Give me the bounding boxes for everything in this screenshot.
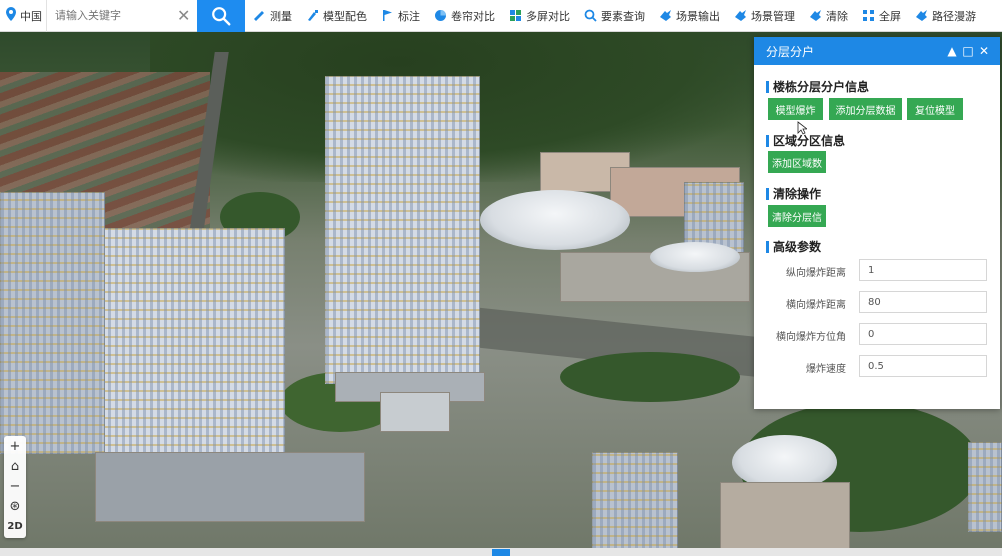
dome xyxy=(650,242,740,272)
param-label: 横向爆炸方位角 xyxy=(776,332,846,343)
section-floor: 楼栋分层分户信息 xyxy=(766,78,869,95)
tool-label: 测量 xyxy=(270,9,292,23)
model-explode-button[interactable]: 模型爆炸 xyxy=(768,98,823,120)
close-icon[interactable]: ✕ xyxy=(976,44,992,58)
tool-button-search[interactable]: 要素查询 xyxy=(584,8,645,24)
param-label: 横向爆炸距离 xyxy=(786,300,846,311)
tool-button-manage[interactable]: 场景管理 xyxy=(734,8,795,24)
building xyxy=(720,482,850,556)
reset-model-button[interactable]: 复位模型 xyxy=(907,98,963,120)
export-icon xyxy=(659,9,672,22)
tool-button-route[interactable]: 路径漫游 xyxy=(915,8,976,24)
tool-button-flag[interactable]: 标注 xyxy=(381,8,420,24)
param-input[interactable] xyxy=(859,259,987,281)
zoom-in-icon[interactable]: + xyxy=(4,436,26,456)
clear-floor-info-button[interactable]: 清除分层信 xyxy=(768,205,826,227)
search-input[interactable] xyxy=(55,9,173,22)
add-floor-data-button[interactable]: 添加分层数据 xyxy=(829,98,902,120)
section-title: 区域分区信息 xyxy=(773,134,846,148)
tool-label: 全屏 xyxy=(879,9,901,23)
search-box: ✕ xyxy=(47,0,197,32)
route-icon xyxy=(915,9,928,22)
tool-label: 场景输出 xyxy=(676,9,720,23)
panel-header: 分层分户 ▲ □ ✕ xyxy=(754,37,1000,65)
location-selector[interactable]: 中国 xyxy=(0,0,47,32)
podium xyxy=(95,452,365,522)
ruler-icon xyxy=(253,9,266,22)
tower-building xyxy=(325,76,480,384)
bottom-handle[interactable] xyxy=(492,549,510,556)
building xyxy=(592,452,678,556)
section-zone: 区域分区信息 xyxy=(766,132,845,149)
fullscreen-icon xyxy=(862,9,875,22)
tool-label: 卷帘对比 xyxy=(451,9,495,23)
tool-button-grid[interactable]: 多屏对比 xyxy=(509,8,570,24)
section-clear: 清除操作 xyxy=(766,185,821,202)
tool-button-eraser[interactable]: 清除 xyxy=(809,8,848,24)
panel-title: 分层分户 xyxy=(766,44,815,59)
tool-button-export[interactable]: 场景输出 xyxy=(659,8,720,24)
section-title: 清除操作 xyxy=(773,187,822,201)
section-advanced: 高级参数 xyxy=(766,238,821,255)
zoom-out-icon[interactable]: − xyxy=(4,476,26,496)
tool-button-paint[interactable]: 模型配色 xyxy=(306,8,367,24)
tool-label: 标注 xyxy=(398,9,420,23)
manage-icon xyxy=(734,9,747,22)
param-label: 纵向爆炸距离 xyxy=(786,268,846,279)
section-title: 高级参数 xyxy=(773,240,822,254)
navigation-controls: + ⌂ − ⊛ 2D xyxy=(4,436,26,538)
tool-button-ruler[interactable]: 测量 xyxy=(253,8,292,24)
location-text: 中国 xyxy=(20,9,42,23)
tool-button-fullscreen[interactable]: 全屏 xyxy=(862,8,901,24)
section-title: 楼栋分层分户信息 xyxy=(773,80,870,94)
search-button[interactable] xyxy=(197,0,245,32)
tool-list: 测量 模型配色 标注 卷帘对比 多屏对比 要素查询 场景输出 场景管理 清除 全屏 路径漫游 xyxy=(245,0,990,32)
param-label: 爆炸速度 xyxy=(806,364,846,375)
building xyxy=(968,442,1002,532)
home-icon[interactable]: ⌂ xyxy=(4,456,26,476)
location-pin-icon xyxy=(4,6,18,26)
tool-label: 路径漫游 xyxy=(932,9,976,23)
building xyxy=(380,392,450,432)
trees xyxy=(560,352,740,402)
tool-label: 要素查询 xyxy=(601,9,645,23)
eraser-icon xyxy=(809,9,822,22)
tower-building xyxy=(0,192,105,454)
paint-icon xyxy=(306,9,319,22)
tool-label: 清除 xyxy=(826,9,848,23)
search-icon xyxy=(212,6,231,25)
2d-toggle-button[interactable]: 2D xyxy=(4,516,26,536)
param-input[interactable] xyxy=(859,323,987,345)
stadium-dome xyxy=(480,190,630,250)
grid-icon xyxy=(509,9,522,22)
search-icon xyxy=(584,9,597,22)
param-input[interactable] xyxy=(859,355,987,377)
param-input[interactable] xyxy=(859,291,987,313)
top-toolbar: 中国 ✕ 测量 模型配色 标注 卷帘对比 多屏对比 要素查询 场景输出 场景管理 清除 全屏 路径漫… xyxy=(0,0,1002,32)
pie-icon xyxy=(434,9,447,22)
clear-icon[interactable]: ✕ xyxy=(177,6,190,25)
tool-label: 场景管理 xyxy=(751,9,795,23)
maximize-icon[interactable]: □ xyxy=(960,44,976,58)
minimize-icon[interactable]: ▲ xyxy=(944,44,960,58)
compass-icon[interactable]: ⊛ xyxy=(4,496,26,516)
tool-label: 多屏对比 xyxy=(526,9,570,23)
tool-button-pie[interactable]: 卷帘对比 xyxy=(434,8,495,24)
add-zone-button[interactable]: 添加区域数 xyxy=(768,151,826,173)
layer-panel: 分层分户 ▲ □ ✕ 楼栋分层分户信息 模型爆炸 添加分层数据 复位模型 区域分… xyxy=(754,37,1000,409)
tool-label: 模型配色 xyxy=(323,9,367,23)
flag-icon xyxy=(381,9,394,22)
